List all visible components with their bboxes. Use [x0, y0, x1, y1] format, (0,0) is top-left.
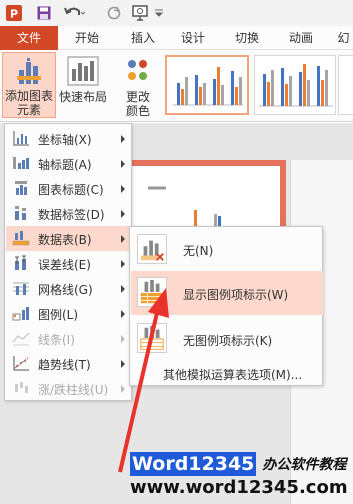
- watermark: Word12345 办公软件教程 www.word12345.com: [130, 452, 353, 504]
- watermark-logo-word: Word12345: [130, 452, 257, 476]
- watermark-logo-cn: 办公软件教程: [262, 457, 347, 473]
- watermark-logo: Word12345 办公软件教程: [130, 452, 346, 476]
- annotation-arrow: [118, 288, 169, 473]
- watermark-url: www.word12345.com: [130, 477, 348, 498]
